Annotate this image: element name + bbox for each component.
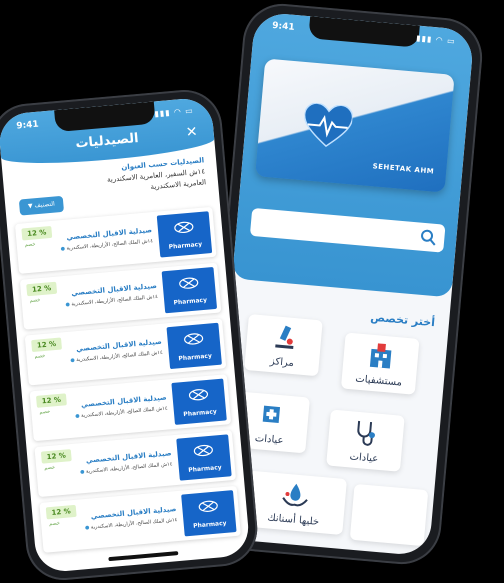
tile-label: عيادات	[349, 451, 379, 465]
pharmacy-logo: Pharmacy	[156, 211, 213, 258]
microscope-icon	[275, 325, 294, 349]
logo-text: Pharmacy	[192, 519, 227, 530]
discount-badge: 12 %	[40, 449, 72, 464]
close-icon[interactable]: ✕	[185, 124, 198, 141]
front-phone: 9:41 ▮▮▮ ◠ ▭ الصيدليات ✕ الصيدليات حسب ا…	[0, 86, 261, 583]
stethoscope-icon	[357, 420, 375, 446]
discount-badge: 12 %	[21, 225, 53, 241]
discount-badge: 12 %	[45, 504, 77, 520]
tile-blank[interactable]	[349, 483, 429, 547]
status-time: 9:41	[15, 119, 40, 132]
tile-label	[350, 535, 424, 541]
signal-wifi-battery-icon: ▮▮▮ ◠ ▭	[415, 33, 456, 46]
pharmacy-logo: Pharmacy	[176, 434, 232, 481]
pharmacy-logo-icon	[193, 444, 213, 457]
pharmacy-row[interactable]: Pharmacy 12 % خصم صيدلية الاقبال التخصصي…	[24, 318, 227, 386]
logo-text: Pharmacy	[178, 352, 213, 363]
home-indicator	[108, 551, 179, 562]
care-hands-icon	[282, 483, 308, 507]
pharmacy-logo-icon	[179, 277, 199, 289]
tile-label: خليها أسنانك	[266, 512, 320, 528]
pharmacy-logo: Pharmacy	[181, 490, 237, 537]
discount-badge: 12 %	[35, 393, 67, 408]
pharmacy-logo-icon	[198, 500, 218, 512]
pharmacy-logo: Pharmacy	[166, 322, 222, 370]
discount-tag: خصم	[44, 464, 56, 472]
address-block[interactable]: الصيدليات حسب العنوان ١٤ش السفير، العامر…	[106, 155, 207, 196]
tile-hospitals[interactable]: مستشفيات	[340, 332, 420, 395]
card-holder-name: SEHETAK AHM	[372, 162, 435, 176]
tile-teeth-care[interactable]: خليها أسنانك	[242, 470, 348, 535]
pharmacy-logo-icon	[174, 221, 194, 234]
pharmacy-logo: Pharmacy	[171, 378, 227, 425]
tile-centers[interactable]: مراكز	[244, 314, 323, 377]
clinic-icon	[262, 405, 281, 424]
pharmacy-row[interactable]: Pharmacy 12 % خصم صيدلية الاقبال التخصصي…	[39, 485, 241, 553]
heart-pulse-icon	[303, 102, 354, 148]
front-phone-screen: 9:41 ▮▮▮ ◠ ▭ الصيدليات ✕ الصيدليات حسب ا…	[0, 96, 251, 574]
search-bar[interactable]	[249, 207, 446, 253]
tile-label: مستشفيات	[354, 373, 403, 389]
discount-badge: 12 %	[26, 281, 58, 297]
logo-text: Pharmacy	[183, 408, 218, 419]
pharmacy-row[interactable]: Pharmacy 12 % خصم صيدلية الاقبال التخصصي…	[29, 374, 232, 442]
logo-text: Pharmacy	[168, 240, 203, 251]
discount-tag: خصم	[48, 520, 61, 528]
tile-label: مراكز	[269, 356, 295, 370]
filter-label: التصنيف	[34, 200, 56, 210]
pharmacy-logo: Pharmacy	[161, 266, 218, 314]
filter-button[interactable]: ▼ التصنيف	[18, 195, 65, 216]
discount-badge: 12 %	[31, 337, 63, 353]
back-header: 9:41 ▮▮▮ ◠ ▭ SEHETAK AHM	[232, 11, 475, 298]
pharmacy-row[interactable]: Pharmacy 12 % خصم صيدلية الاقبال التخصصي…	[19, 262, 222, 330]
pharmacy-row[interactable]: Pharmacy 12 % خصم صيدلية الاقبال التخصصي…	[14, 206, 217, 274]
discount-tag: خصم	[39, 408, 51, 416]
status-time: 9:41	[271, 20, 295, 33]
pharmacy-logo-icon	[184, 333, 204, 345]
signal-wifi-battery-icon: ▮▮▮ ◠ ▭	[153, 106, 195, 119]
section-title: أختر تخصص	[369, 310, 436, 330]
logo-text: Pharmacy	[188, 464, 222, 474]
pharmacy-row[interactable]: Pharmacy 12 % خصم صيدلية الاقبال التخصصي…	[34, 429, 237, 498]
health-card[interactable]: SEHETAK AHM	[255, 58, 455, 193]
discount-tag: خصم	[24, 241, 36, 249]
logo-text: Pharmacy	[173, 296, 208, 307]
tile-clinics[interactable]: عيادات	[326, 409, 405, 472]
hospital-icon	[369, 343, 392, 369]
discount-tag: خصم	[29, 297, 41, 305]
pharmacy-logo-icon	[188, 389, 209, 401]
discount-tag: خصم	[34, 352, 46, 360]
search-icon[interactable]	[420, 229, 437, 246]
